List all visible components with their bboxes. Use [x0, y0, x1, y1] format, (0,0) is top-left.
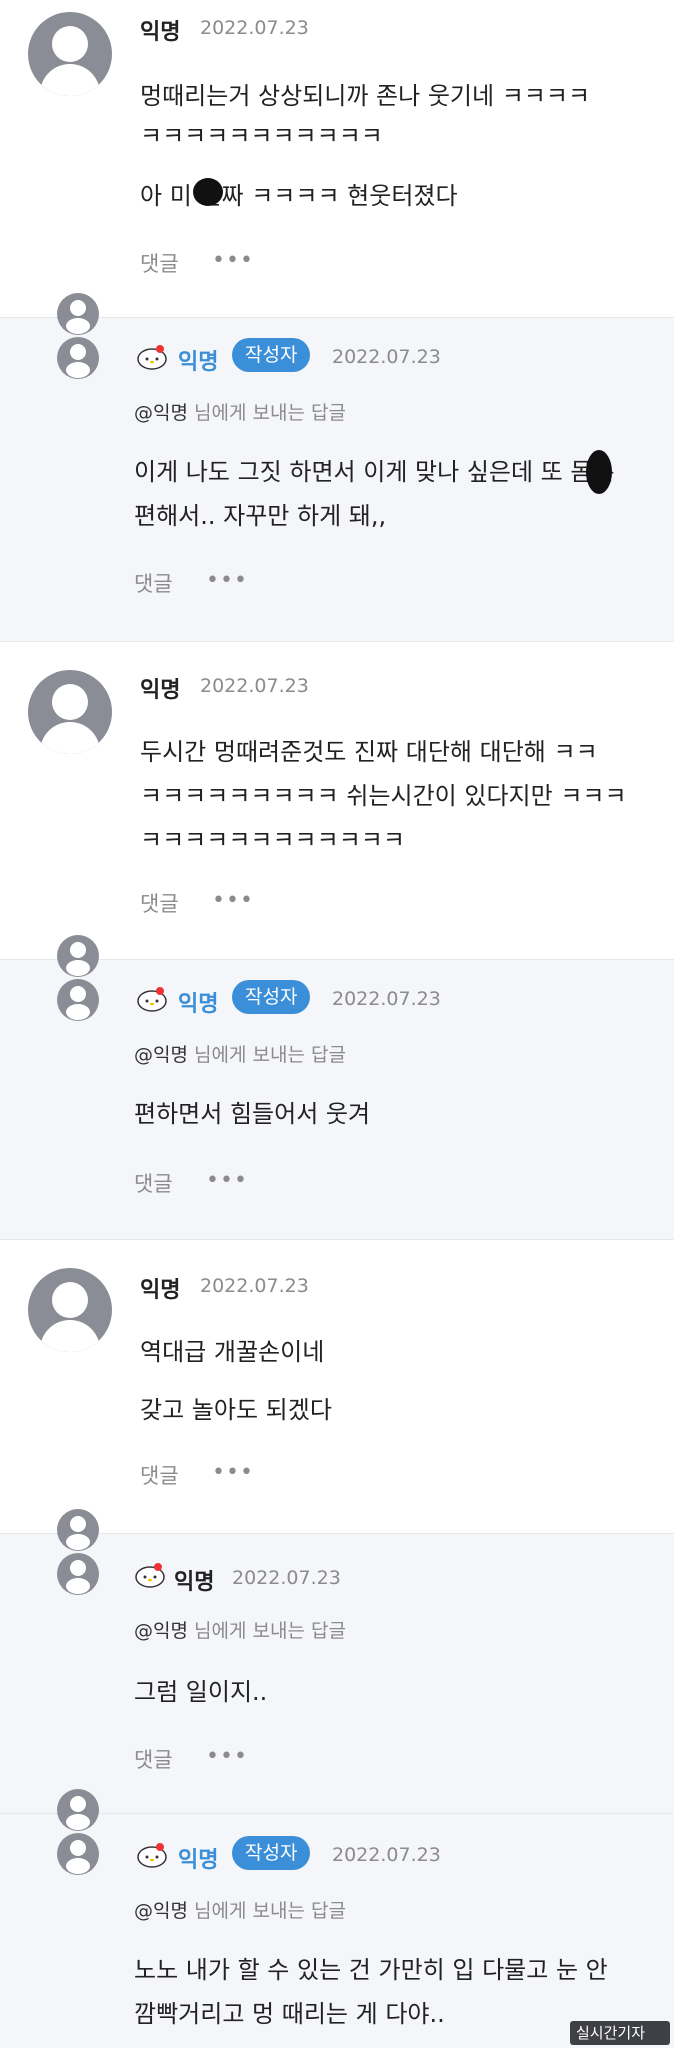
watermark-logo: 실시간기자: [570, 2021, 670, 2045]
reply-button[interactable]: 댓글: [134, 568, 173, 598]
author-badge: 작성자: [232, 980, 311, 1014]
mention-user[interactable]: @익명: [134, 1900, 188, 1922]
comment-text-line: 편하면서 힘들어서 웃겨: [134, 1100, 371, 1128]
author-name[interactable]: 익명: [140, 14, 180, 46]
mention-suffix: 님에게 보내는 답글: [194, 402, 346, 424]
mention-user[interactable]: @익명: [134, 402, 188, 424]
author-badge: 작성자: [232, 1836, 311, 1870]
reply-avatar-icon: [57, 293, 99, 379]
author-badge: 작성자: [232, 338, 311, 372]
comment-text-line: 편해서.. 자꾸만 하게 돼,,: [134, 502, 387, 530]
comment-date: 2022.07.23: [332, 1844, 441, 1866]
comment-text-line: 아 미 진짜 ㅋㅋㅋㅋ 현웃터졌다: [140, 182, 458, 210]
mention-line: @익명 님에게 보내는 답글: [134, 1616, 346, 1643]
more-options-icon[interactable]: •••: [206, 1744, 248, 1769]
reply-avatar-icon: [57, 1789, 99, 1875]
comment-text-line: 그럼 일이지..: [134, 1678, 268, 1706]
comment-text-line: 깜빡거리고 멍 때리는 게 다야..: [134, 2000, 445, 2028]
mention-suffix: 님에게 보내는 답글: [194, 1900, 346, 1922]
comment-text-line: 갖고 놀아도 되겠다: [140, 1396, 332, 1424]
author-name[interactable]: 익명: [174, 1564, 214, 1596]
comment-date: 2022.07.23: [332, 988, 441, 1010]
comment-1: 익명 2022.07.23 멍때리는거 상상되니까 존나 웃기네 ㅋㅋㅋㅋ ㅋㅋ…: [0, 0, 674, 318]
more-options-icon[interactable]: •••: [206, 568, 248, 593]
avatar[interactable]: [28, 1268, 112, 1352]
comment-text-line: ㅋㅋㅋㅋㅋㅋㅋㅋㅋ 쉬는시간이 있다지만 ㅋㅋㅋ: [140, 782, 627, 810]
hello-kitty-icon: [135, 1563, 165, 1588]
comment-date: 2022.07.23: [232, 1567, 341, 1589]
hello-kitty-icon: [137, 987, 167, 1012]
mention-user[interactable]: @익명: [134, 1044, 188, 1066]
comment-date: 2022.07.23: [200, 1275, 309, 1297]
avatar[interactable]: [28, 12, 112, 96]
comment-text-line: 노노 내가 할 수 있는 건 가만히 입 다물고 눈 안: [134, 1956, 608, 1984]
reply-button[interactable]: 댓글: [134, 1168, 173, 1198]
author-name[interactable]: 익명: [140, 672, 180, 704]
more-options-icon[interactable]: •••: [206, 1168, 248, 1193]
avatar[interactable]: [28, 670, 112, 754]
censor-blot: [193, 178, 223, 206]
comment-text-line: ㅋㅋㅋㅋㅋㅋㅋㅋㅋㅋㅋ: [140, 122, 383, 150]
comment-3: 익명 2022.07.23 두시간 멍때려준것도 진짜 대단해 대단해 ㅋㅋ ㅋ…: [0, 642, 674, 960]
mention-line: @익명 님에게 보내는 답글: [134, 1896, 346, 1923]
comment-2-reply: 익명 작성자 2022.07.23 @익명 님에게 보내는 답글 이게 나도 그…: [0, 293, 674, 642]
more-options-icon[interactable]: •••: [212, 888, 254, 913]
mention-suffix: 님에게 보내는 답글: [194, 1620, 346, 1642]
author-name[interactable]: 익명: [178, 986, 218, 1018]
reply-button[interactable]: 댓글: [140, 1460, 179, 1490]
more-options-icon[interactable]: •••: [212, 248, 254, 273]
reply-button[interactable]: 댓글: [140, 248, 179, 278]
comment-5: 익명 2022.07.23 역대급 개꿀손이네 갖고 놀아도 되겠다 댓글 ••…: [0, 1240, 674, 1534]
hello-kitty-icon: [137, 1843, 167, 1868]
more-options-icon[interactable]: •••: [212, 1460, 254, 1485]
reply-avatar-icon: [57, 1509, 99, 1595]
comment-date: 2022.07.23: [200, 17, 309, 39]
censor-blot: [586, 450, 612, 494]
mention-suffix: 님에게 보내는 답글: [194, 1044, 346, 1066]
comment-4-reply: 익명 작성자 2022.07.23 @익명 님에게 보내는 답글 편하면서 힘들…: [0, 935, 674, 1240]
comment-7-reply: 익명 작성자 2022.07.23 @익명 님에게 보내는 답글 노노 내가 할…: [0, 1789, 674, 2048]
comment-text-line: 멍때리는거 상상되니까 존나 웃기네 ㅋㅋㅋㅋ: [140, 82, 591, 110]
comment-6-reply: 익명 2022.07.23 @익명 님에게 보내는 답글 그럼 일이지.. 댓글…: [0, 1509, 674, 1814]
hello-kitty-icon: [137, 345, 167, 370]
author-name[interactable]: 익명: [140, 1272, 180, 1304]
comment-text-line: 이게 나도 그짓 하면서 이게 맞나 싶은데 또 몸은: [134, 458, 615, 486]
author-name[interactable]: 익명: [178, 344, 218, 376]
comment-text-line: 역대급 개꿀손이네: [140, 1338, 325, 1366]
author-name[interactable]: 익명: [178, 1842, 218, 1874]
comment-date: 2022.07.23: [200, 675, 309, 697]
comment-text-line: ㅋㅋㅋㅋㅋㅋㅋㅋㅋㅋㅋㅋ: [140, 826, 405, 854]
mention-user[interactable]: @익명: [134, 1620, 188, 1642]
mention-line: @익명 님에게 보내는 답글: [134, 398, 346, 425]
mention-line: @익명 님에게 보내는 답글: [134, 1040, 346, 1067]
comment-text-line: 두시간 멍때려준것도 진짜 대단해 대단해 ㅋㅋ: [140, 738, 598, 766]
reply-button[interactable]: 댓글: [134, 1744, 173, 1774]
comment-date: 2022.07.23: [332, 346, 441, 368]
reply-button[interactable]: 댓글: [140, 888, 179, 918]
reply-avatar-icon: [57, 935, 99, 1021]
